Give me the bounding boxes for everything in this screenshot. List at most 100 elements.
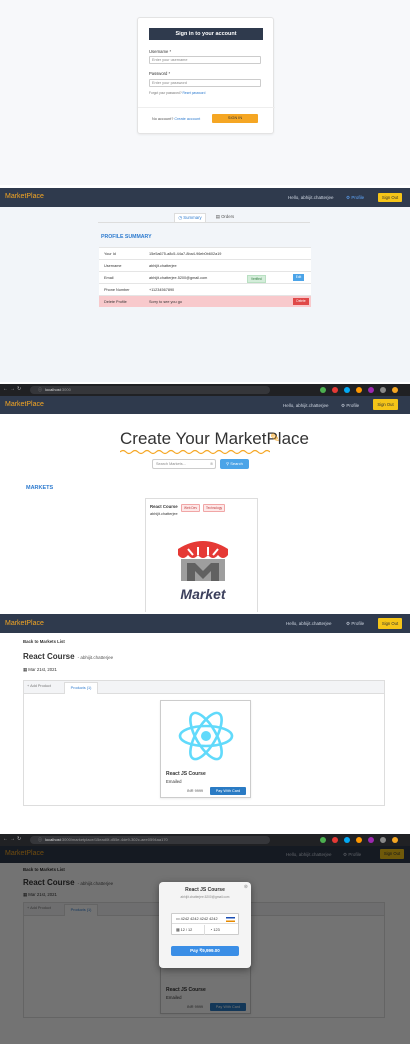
- profile-link[interactable]: ⚙ Profile: [341, 403, 359, 409]
- clear-icon[interactable]: ⊗: [210, 460, 213, 469]
- table-row: Username abhijit.chatterjee: [99, 259, 311, 271]
- row-value: 15e5a675-a8c5-44a7-8ba4-96eb0b602a19: [149, 252, 222, 256]
- payment-screen: ← → ↻ ⓘ localhost:3000/marketplace/15ead0…: [0, 834, 410, 1044]
- signin-screen: Sign in to your account Username * Enter…: [0, 0, 410, 185]
- squiggle-underline: [120, 449, 270, 455]
- profile-link[interactable]: ⚙ Profile: [346, 621, 364, 627]
- extension-icon[interactable]: [320, 837, 326, 843]
- card-number-value: 4242 4242 4242 4242: [180, 917, 218, 921]
- signout-button[interactable]: Sign Out: [373, 399, 398, 410]
- markets-heading: MARKETS: [26, 485, 54, 491]
- extension-icon[interactable]: [344, 837, 350, 843]
- profile-screen: MarketPlace Hello, abhijit.chatterjee ⚙ …: [0, 188, 410, 382]
- expiry-field[interactable]: ▦ 12 / 12: [172, 925, 205, 935]
- signin-title: Sign in to your account: [149, 28, 263, 40]
- extension-icon[interactable]: [368, 387, 374, 393]
- address-bar[interactable]: ⓘ localhost:3000/marketplace/15ead0f-d55e…: [30, 836, 270, 844]
- tab-summary[interactable]: ◷ Summary: [174, 213, 206, 222]
- create-account-link[interactable]: Create account: [174, 117, 200, 121]
- signout-button[interactable]: Sign Out: [378, 193, 402, 202]
- card-fields: ▭ 4242 4242 4242 4242 ▦ 12 / 12 ◔ 123: [171, 913, 239, 935]
- extension-icon[interactable]: [320, 387, 326, 393]
- password-label: Password *: [149, 71, 171, 76]
- create-account-row: No account? Create account: [152, 117, 200, 121]
- forward-arrow-icon[interactable]: →: [10, 386, 15, 392]
- signout-button[interactable]: Sign Out: [378, 618, 402, 629]
- browser-chrome: ← → ↻ ⓘ localhost:3000/marketplace/15ead0…: [0, 834, 410, 846]
- search-button-label: Search: [230, 461, 243, 466]
- market-detail-screen: MarketPlace Hello, abhijit.chatterjee ⚙ …: [0, 614, 410, 832]
- extension-icon[interactable]: [380, 837, 386, 843]
- address-bar[interactable]: ⓘ localhost:3000: [30, 386, 270, 394]
- visa-card-icon: [226, 917, 235, 922]
- avatar[interactable]: [392, 387, 398, 393]
- tab-orders-label: Orders: [221, 214, 235, 219]
- navbar: MarketPlace Hello, abhijit.chatterjee ⚙ …: [0, 614, 410, 633]
- cvc-field[interactable]: ◔ 123: [206, 925, 238, 935]
- market-logo: Market: [178, 541, 228, 602]
- search-placeholder: Search Markets...: [156, 462, 186, 466]
- profile-link[interactable]: ⚙ Profile: [346, 195, 364, 201]
- tab-add-product[interactable]: + Add Product: [27, 684, 51, 688]
- forgot-text: Forgot your password?: [149, 91, 182, 95]
- back-arrow-icon[interactable]: ←: [3, 836, 8, 842]
- extension-icon[interactable]: [344, 387, 350, 393]
- delete-profile-button[interactable]: Delete: [293, 298, 309, 305]
- navbar: MarketPlace Hello, abhijit.chatterjee ⚙ …: [0, 396, 410, 414]
- verified-badge: Verified: [247, 275, 266, 283]
- profile-table: Your Id 15e5a675-a8c5-44a7-8ba4-96eb0b60…: [99, 247, 311, 307]
- reload-icon[interactable]: ↻: [17, 836, 21, 842]
- gear-icon: ⚙: [346, 621, 351, 626]
- tab-products[interactable]: Products (1): [64, 682, 98, 694]
- signin-button[interactable]: SIGN IN: [212, 114, 258, 123]
- brand-logo[interactable]: MarketPlace: [5, 193, 44, 200]
- row-key: Delete Profile: [104, 300, 127, 304]
- brand-logo[interactable]: MarketPlace: [5, 620, 44, 627]
- date-text: Mar 21st, 2021: [28, 667, 57, 672]
- reload-icon[interactable]: ↻: [17, 386, 21, 392]
- back-link[interactable]: Back to Markets List: [23, 639, 65, 644]
- hero-title: Create Your MarketPlace: [120, 429, 309, 448]
- search-input[interactable]: Search Markets... ⊗: [152, 459, 216, 469]
- table-row: Email abhijit.chatterjee.5200@gmail.com …: [99, 271, 311, 283]
- extension-icon[interactable]: [356, 837, 362, 843]
- market-card[interactable]: React Course Web Dev Technology abhijit.…: [145, 498, 258, 612]
- table-row: Your Id 15e5a675-a8c5-44a7-8ba4-96eb0b60…: [99, 247, 311, 259]
- greeting: Hello, abhijit.chatterjee: [283, 403, 329, 408]
- extension-icon[interactable]: [332, 837, 338, 843]
- back-arrow-icon[interactable]: ←: [3, 386, 8, 392]
- signin-card: Sign in to your account Username * Enter…: [137, 17, 275, 134]
- extension-icon[interactable]: [380, 387, 386, 393]
- markets-screen: ← → ↻ ⓘ localhost:3000 MarketPlace Hello,…: [0, 384, 410, 612]
- market-owner: - abhijit.chatterjee: [77, 655, 114, 660]
- username-input[interactable]: Enter your username: [149, 56, 261, 64]
- market-date: ▦ Mar 21st, 2021: [23, 667, 57, 673]
- edit-email-button[interactable]: Edit: [293, 274, 304, 281]
- pencil-icon[interactable]: ✎: [270, 431, 280, 445]
- password-input[interactable]: Enter your password: [149, 79, 261, 87]
- market-name[interactable]: React Course: [150, 504, 178, 509]
- modal-email: abhijit.chatterjee.5200@gmail.com: [180, 895, 230, 899]
- modal-title: React JS Course: [185, 887, 225, 893]
- extension-icon[interactable]: [356, 387, 362, 393]
- pay-with-card-button[interactable]: Pay With Card: [210, 787, 246, 795]
- url-port: :3000: [60, 837, 71, 842]
- tab-summary-label: Summary: [183, 215, 202, 220]
- product-tabs: + Add Product Products (1): [24, 681, 384, 694]
- pay-button[interactable]: Pay ₹9,999.00: [171, 946, 239, 956]
- search-icon: ⚲: [226, 461, 230, 466]
- brand-logo[interactable]: MarketPlace: [5, 401, 44, 408]
- tab-orders[interactable]: ▤ Orders: [210, 213, 240, 222]
- no-account-text: No account?: [152, 117, 174, 121]
- forward-arrow-icon[interactable]: →: [10, 836, 15, 842]
- card-number-field[interactable]: ▭ 4242 4242 4242 4242: [172, 914, 238, 924]
- search-button[interactable]: ⚲ Search: [220, 459, 249, 469]
- extension-icon[interactable]: [368, 837, 374, 843]
- cvc-value: 123: [213, 928, 220, 932]
- avatar[interactable]: [392, 837, 398, 843]
- tag-badge: Technology: [203, 504, 226, 512]
- extension-icon[interactable]: [332, 387, 338, 393]
- reset-password-link[interactable]: Reset password: [183, 91, 206, 95]
- username-label: Username *: [149, 49, 172, 54]
- gear-icon: ⚙: [346, 195, 351, 200]
